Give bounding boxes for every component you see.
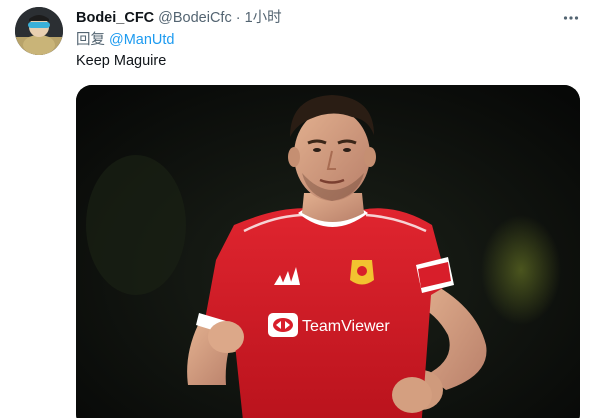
avatar-image [15, 7, 63, 55]
player-photo: TeamViewer [76, 85, 580, 418]
user-handle[interactable]: @BodeiCfc [158, 8, 232, 28]
display-name[interactable]: Bodei_CFC [76, 8, 154, 28]
jersey-sponsor-text: TeamViewer [302, 318, 390, 335]
more-options-button[interactable] [561, 8, 581, 28]
reply-context: 回复 @ManUtd [76, 30, 175, 50]
more-horizontal-icon [563, 16, 579, 20]
tweet-media-photo[interactable]: TeamViewer [76, 85, 580, 418]
tweet-timestamp[interactable]: 1小时 [245, 8, 282, 28]
tweet-text: Keep Maguire [76, 53, 167, 69]
separator-dot: · [235, 10, 241, 26]
mention-link[interactable]: @ManUtd [109, 32, 175, 48]
tweet: Bodei_CFC @BodeiCfc · 1小时 回复 @ManUtd Keep… [0, 0, 601, 418]
tweet-header: Bodei_CFC @BodeiCfc · 1小时 [76, 8, 282, 28]
avatar[interactable] [15, 7, 63, 55]
reply-prefix: 回复 [76, 32, 105, 48]
